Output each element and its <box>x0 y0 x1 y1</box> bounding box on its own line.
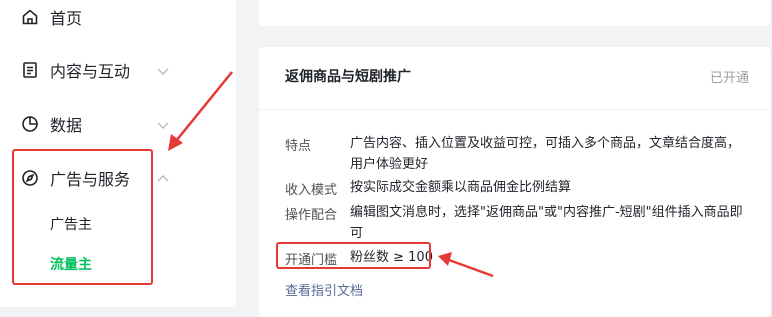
annotation-arrows <box>168 71 494 278</box>
arrow-icon <box>438 252 494 278</box>
arrow-icon <box>168 71 233 151</box>
